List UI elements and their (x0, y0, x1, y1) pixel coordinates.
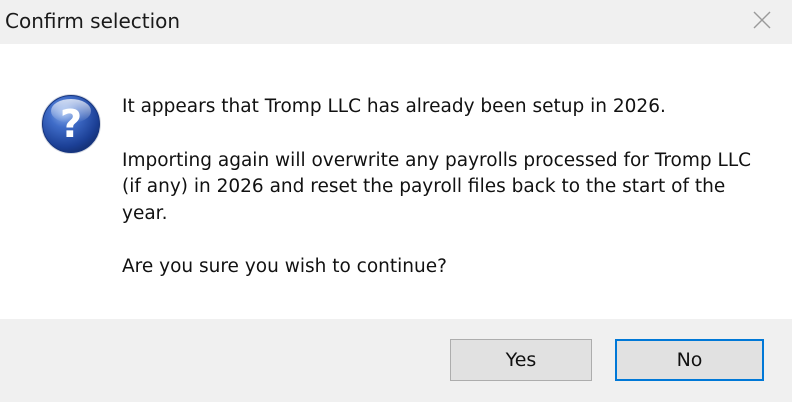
close-icon (752, 10, 772, 30)
window-title: Confirm selection (5, 9, 181, 33)
no-button[interactable]: No (615, 339, 764, 381)
message-area: ? It appears that Tromp LLC has already … (0, 44, 792, 319)
message-paragraph-2: Importing again will overwrite any payro… (122, 149, 752, 224)
svg-text:?: ? (60, 102, 82, 146)
message-line-1: It appears that Tromp LLC has already be… (122, 96, 666, 117)
title-bar[interactable]: Confirm selection (0, 0, 792, 44)
button-bar: Yes No (0, 319, 792, 402)
close-button[interactable] (738, 0, 786, 40)
message-question: Are you sure you wish to continue? (122, 256, 447, 277)
yes-button[interactable]: Yes (450, 339, 592, 381)
message-text: It appears that Tromp LLC has already be… (122, 94, 762, 281)
confirm-dialog: Confirm selection ? It appears that Trom… (0, 0, 792, 402)
question-icon: ? (39, 92, 103, 156)
